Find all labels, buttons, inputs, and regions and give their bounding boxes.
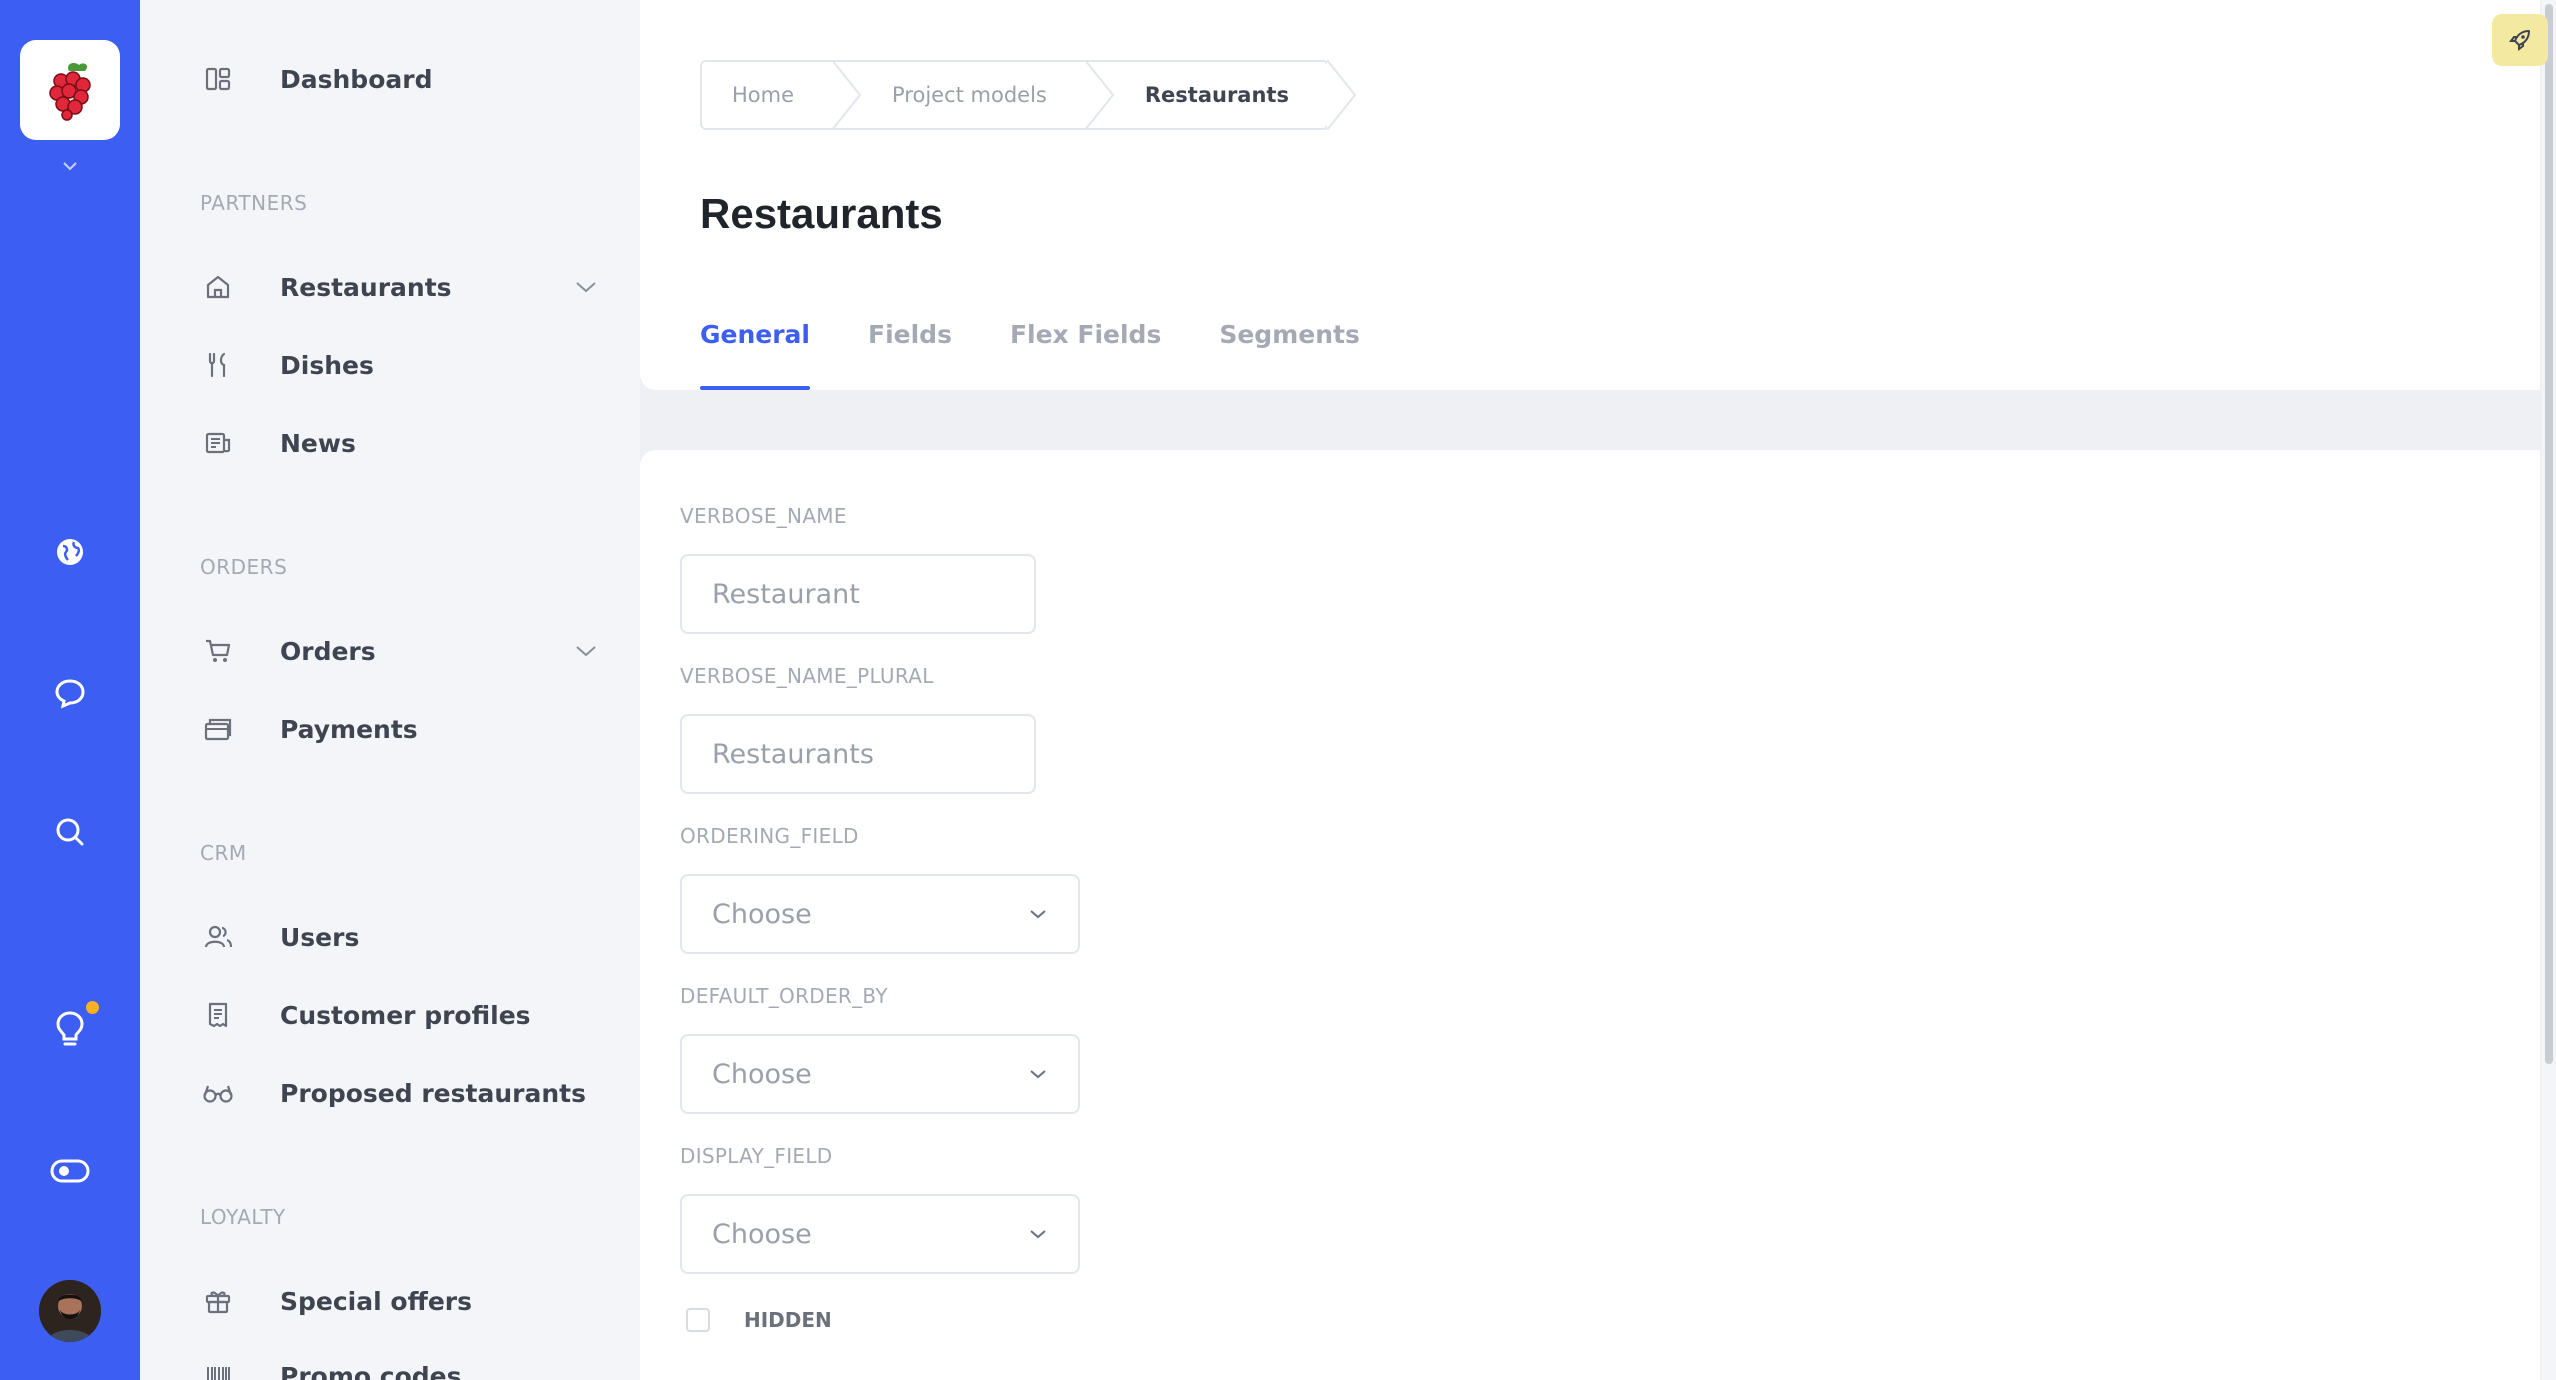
page-header: Home Project models Restaurants Restaura… [640,0,2540,390]
breadcrumb-label: Home [732,83,795,107]
sidebar-item-label: News [280,428,356,458]
tab-general[interactable]: General [700,320,810,390]
breadcrumb-separator [1084,60,1115,130]
display-field-select[interactable]: Choose [680,1194,1080,1274]
sidebar-item-label: Restaurants [280,272,452,302]
home-icon [200,269,236,305]
receipt-icon [200,997,236,1033]
tab-flex-fields[interactable]: Flex Fields [1010,320,1161,390]
verbose-name-plural-label: VERBOSE_NAME_PLURAL [680,664,934,688]
hidden-checkbox[interactable] [686,1308,710,1332]
chevron-down-icon [1030,1070,1046,1079]
sidebar-item-label: Orders [280,636,376,666]
hidden-checkbox-row[interactable]: HIDDEN [686,1308,832,1332]
sidebar-item-label: Promo codes [280,1361,462,1380]
default-order-by-select[interactable]: Choose [680,1034,1080,1114]
verbose-name-input[interactable]: Restaurant [680,554,1036,634]
sidebar-item-label: Proposed restaurants [280,1078,586,1108]
breadcrumb-label: Project models [892,83,1047,107]
chat-icon[interactable] [46,669,94,717]
chevron-down-icon [1030,910,1046,919]
search-icon[interactable] [46,808,94,856]
sidebar-item-payments[interactable]: Payments [200,699,620,759]
app-rail [0,0,140,1380]
sidebar-item-dashboard[interactable]: Dashboard [200,49,620,109]
rocket-icon [2509,30,2530,51]
sidebar-item-news[interactable]: News [200,413,620,473]
globe-icon[interactable] [46,528,94,576]
main-content: Home Project models Restaurants Restaura… [640,0,2556,1380]
chevron-down-icon[interactable] [574,277,598,297]
fork-knife-icon [200,347,236,383]
gift-icon [200,1283,236,1319]
general-form: VERBOSE_NAME Restaurant VERBOSE_NAME_PLU… [640,450,2540,1380]
users-icon [200,919,236,955]
display-field-label: DISPLAY_FIELD [680,1144,833,1168]
tab-segments[interactable]: Segments [1219,320,1360,390]
verbose-name-label: VERBOSE_NAME [680,504,847,528]
chevron-down-icon[interactable] [574,641,598,661]
tab-fields[interactable]: Fields [868,320,952,390]
sidebar-item-label: Payments [280,714,418,744]
glasses-icon [200,1075,236,1111]
sidebar-item-dishes[interactable]: Dishes [200,335,620,395]
verbose-name-plural-placeholder: Restaurants [712,738,874,770]
hidden-checkbox-label: HIDDEN [744,1308,832,1332]
sidebar-item-promo-codes[interactable]: Promo codes [200,1346,620,1380]
breadcrumb-home[interactable]: Home [702,60,862,130]
section-title-crm: CRM [200,841,247,865]
chevron-down-icon [1030,1230,1046,1239]
breadcrumb-separator [1326,60,1357,130]
sidebar-item-customer-profiles[interactable]: Customer profiles [200,985,620,1045]
breadcrumb-restaurants[interactable]: Restaurants [1085,60,1357,130]
sidebar-item-label: Dishes [280,350,374,380]
scrollbar-thumb[interactable] [2545,4,2553,1064]
breadcrumb: Home Project models Restaurants [700,60,1357,130]
ordering-field-value: Choose [712,898,812,930]
cart-icon [200,633,236,669]
section-title-partners: PARTNERS [200,191,308,215]
ordering-field-label: ORDERING_FIELD [680,824,859,848]
default-order-by-value: Choose [712,1058,812,1090]
page-title: Restaurants [700,190,943,237]
sidebar-item-restaurants[interactable]: Restaurants [200,257,620,317]
lightbulb-icon[interactable] [46,1005,94,1053]
toggle-icon[interactable] [46,1147,94,1195]
newspaper-icon [200,425,236,461]
sidebar-item-label: Users [280,922,360,952]
sidebar-item-label: Dashboard [280,64,433,94]
tab-bar: General Fields Flex Fields Segments [700,320,1360,390]
sidebar-item-proposed-restaurants[interactable]: Proposed restaurants [200,1063,620,1123]
sidebar-item-label: Customer profiles [280,1000,531,1030]
sidebar: Dashboard PARTNERS Restaurants Dishes Ne… [140,0,640,1380]
sidebar-item-orders[interactable]: Orders [200,621,620,681]
section-title-loyalty: LOYALTY [200,1205,286,1229]
default-order-by-label: DEFAULT_ORDER_BY [680,984,888,1008]
verbose-name-placeholder: Restaurant [712,578,860,610]
display-field-value: Choose [712,1218,812,1250]
rocket-button[interactable] [2492,14,2548,66]
notification-dot [86,1001,99,1014]
section-title-orders: ORDERS [200,555,288,579]
wallet-icon [200,711,236,747]
barcode-icon [200,1358,236,1380]
breadcrumb-project-models[interactable]: Project models [832,60,1115,130]
breadcrumb-separator [832,60,862,130]
ordering-field-select[interactable]: Choose [680,874,1080,954]
user-avatar[interactable] [39,1280,101,1342]
sidebar-item-users[interactable]: Users [200,907,620,967]
sidebar-item-special-offers[interactable]: Special offers [200,1271,620,1331]
sidebar-item-label: Special offers [280,1286,472,1316]
raspberry-logo[interactable] [20,40,120,140]
chevron-down-icon[interactable] [58,156,82,176]
breadcrumb-label: Restaurants [1144,83,1289,107]
verbose-name-plural-input[interactable]: Restaurants [680,714,1036,794]
dashboard-icon [200,61,236,97]
